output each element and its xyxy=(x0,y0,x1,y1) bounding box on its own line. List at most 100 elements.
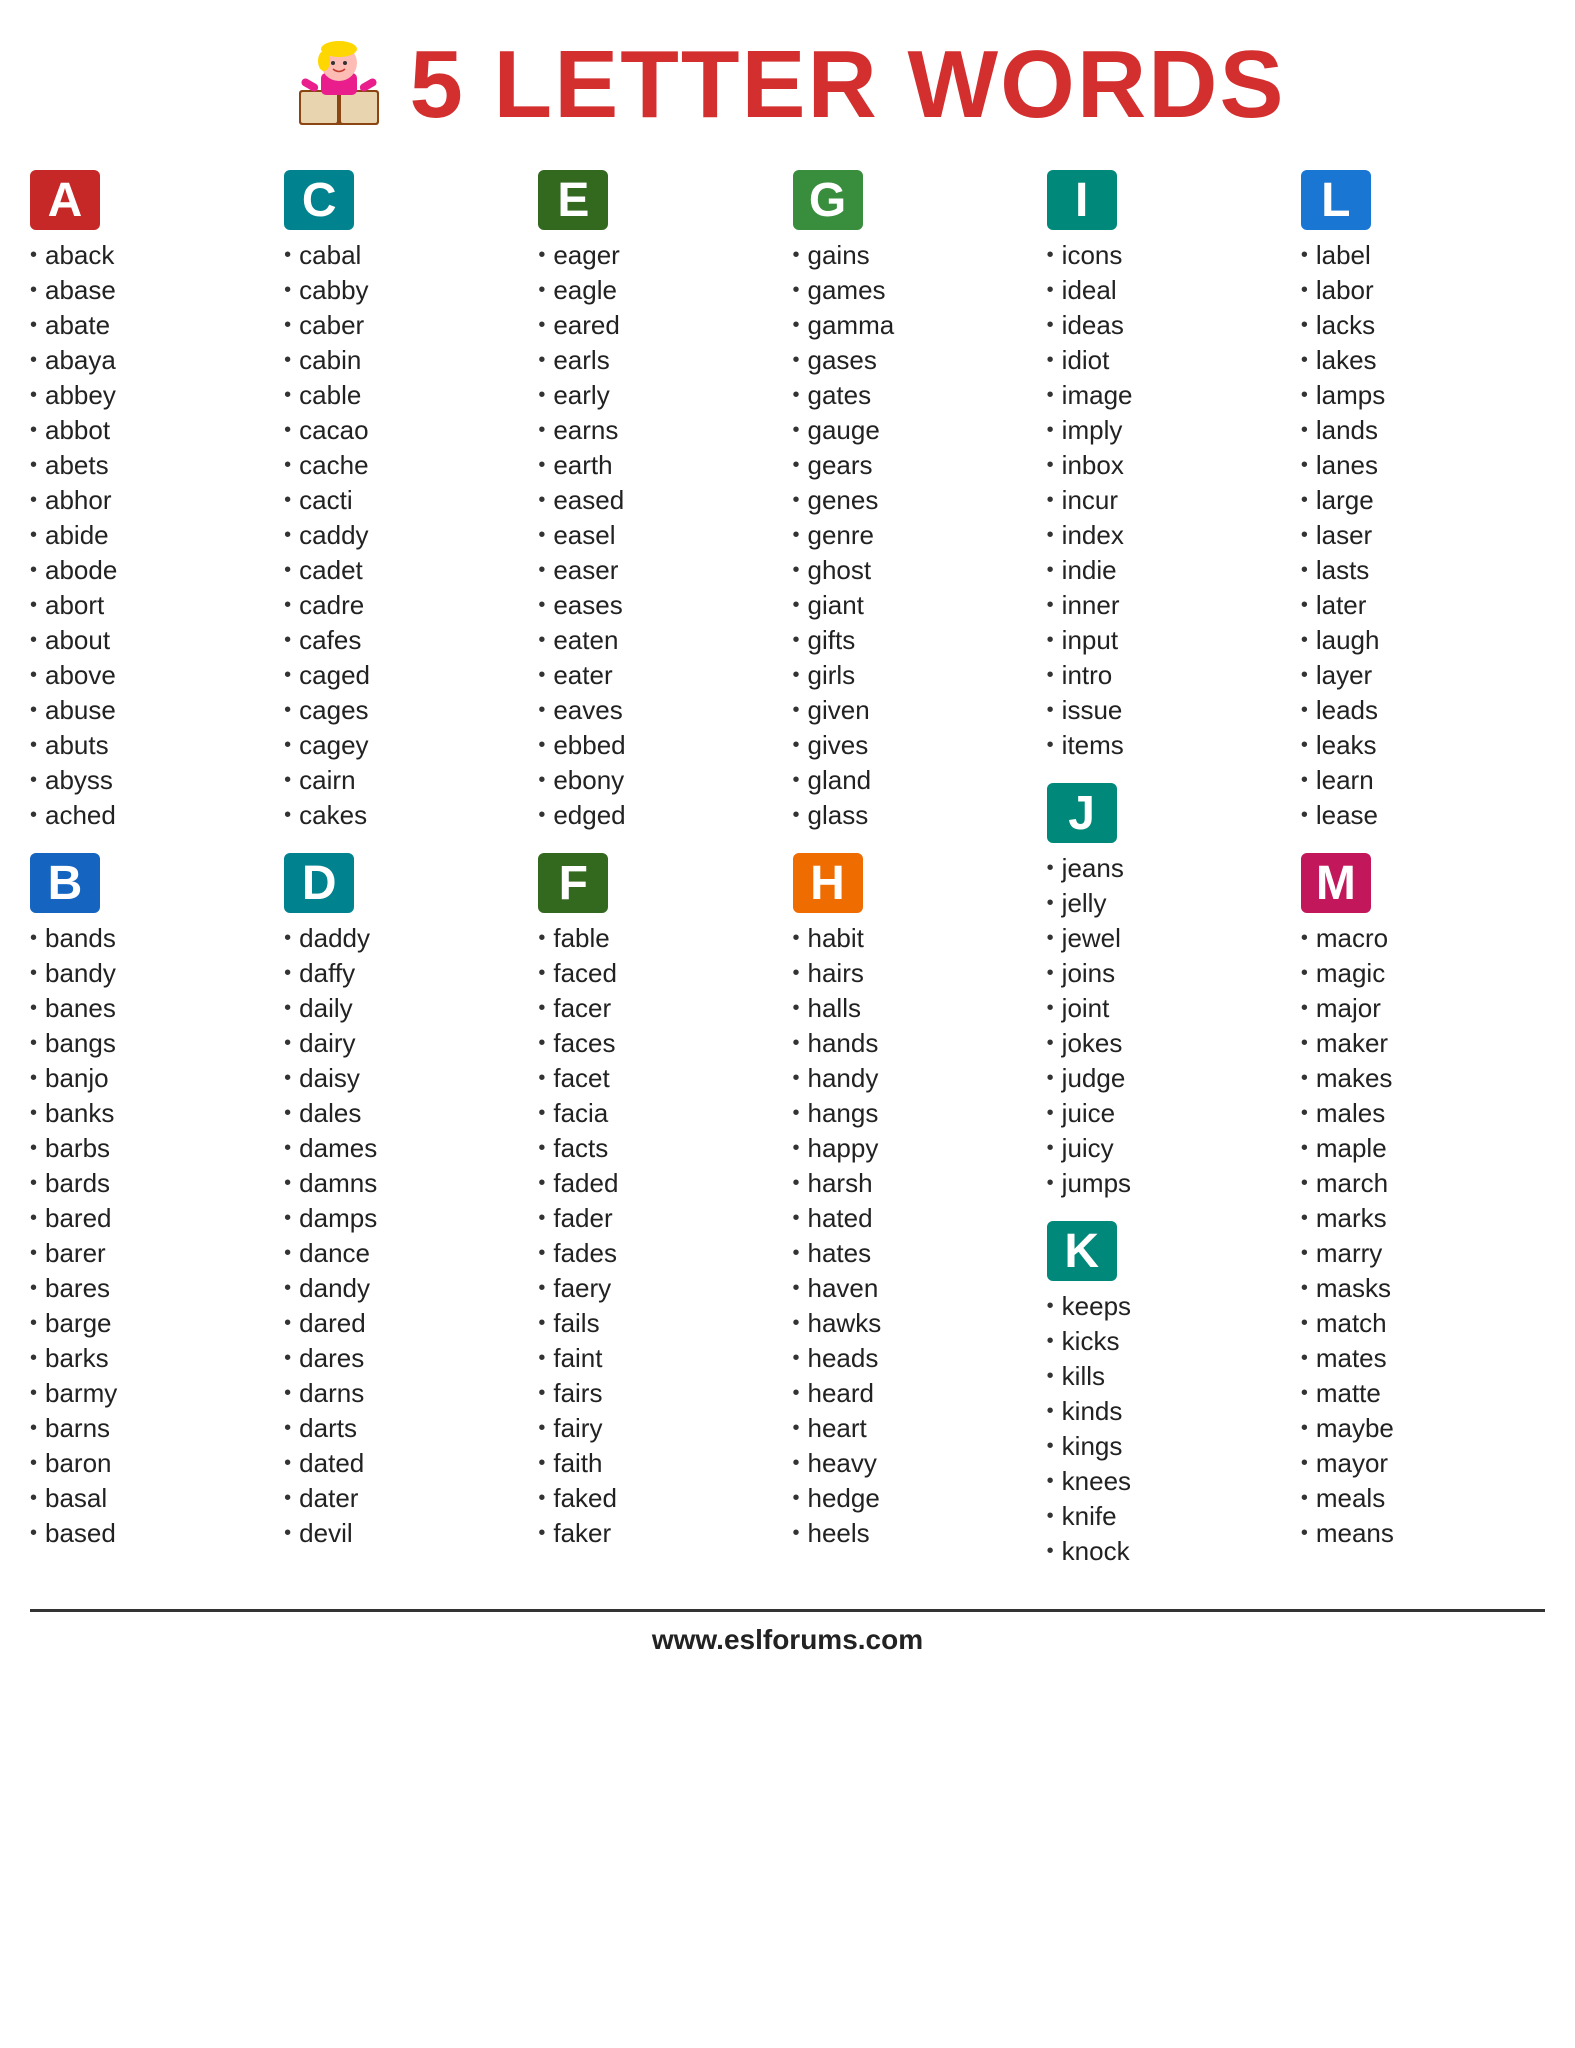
list-item: cadet xyxy=(284,553,528,588)
list-item: hairs xyxy=(793,956,1037,991)
list-item: earth xyxy=(538,448,782,483)
letter-badge-H: H xyxy=(793,853,863,913)
list-item: ebbed xyxy=(538,728,782,763)
letter-badge-E: E xyxy=(538,170,608,230)
list-item: lakes xyxy=(1301,343,1545,378)
list-item: labor xyxy=(1301,273,1545,308)
letter-badge-M: M xyxy=(1301,853,1371,913)
list-item: dares xyxy=(284,1341,528,1376)
list-item: knife xyxy=(1047,1499,1291,1534)
letter-badge-C: C xyxy=(284,170,354,230)
list-item: eager xyxy=(538,238,782,273)
list-item: fades xyxy=(538,1236,782,1271)
footer-website: www.eslforums.com xyxy=(652,1624,923,1655)
letter-badge-D: D xyxy=(284,853,354,913)
list-item: hawks xyxy=(793,1306,1037,1341)
list-item: cable xyxy=(284,378,528,413)
list-item: juicy xyxy=(1047,1131,1291,1166)
word-list-M: macromagicmajormakermakesmalesmaplemarch… xyxy=(1301,921,1545,1551)
list-item: makes xyxy=(1301,1061,1545,1096)
letter-L: L xyxy=(1321,173,1350,228)
list-item: earls xyxy=(538,343,782,378)
list-item: kinds xyxy=(1047,1394,1291,1429)
list-item: abort xyxy=(30,588,274,623)
list-item: banes xyxy=(30,991,274,1026)
letter-badge-G: G xyxy=(793,170,863,230)
section-L: Llabellaborlackslakeslampslandslaneslarg… xyxy=(1301,170,1545,833)
list-item: idiot xyxy=(1047,343,1291,378)
letter-F: F xyxy=(559,856,588,911)
list-item: handy xyxy=(793,1061,1037,1096)
list-item: items xyxy=(1047,728,1291,763)
list-item: genre xyxy=(793,518,1037,553)
column-4: Ggainsgamesgammagasesgatesgaugegearsgene… xyxy=(793,170,1037,1589)
column-6: Llabellaborlackslakeslampslandslaneslarg… xyxy=(1301,170,1545,1589)
list-item: marks xyxy=(1301,1201,1545,1236)
list-item: cafes xyxy=(284,623,528,658)
list-item: inner xyxy=(1047,588,1291,623)
list-item: joint xyxy=(1047,991,1291,1026)
list-item: abode xyxy=(30,553,274,588)
word-list-A: abackabaseabateabayaabbeyabbotabetsabhor… xyxy=(30,238,274,833)
list-item: faded xyxy=(538,1166,782,1201)
list-item: bared xyxy=(30,1201,274,1236)
word-list-I: iconsidealideasidiotimageimplyinboxincur… xyxy=(1047,238,1291,763)
letter-badge-J: J xyxy=(1047,783,1117,843)
list-item: ached xyxy=(30,798,274,833)
list-item: faith xyxy=(538,1446,782,1481)
list-item: abaya xyxy=(30,343,274,378)
list-item: hates xyxy=(793,1236,1037,1271)
word-list-D: daddydaffydailydairydaisydalesdamesdamns… xyxy=(284,921,528,1551)
list-item: label xyxy=(1301,238,1545,273)
list-item: later xyxy=(1301,588,1545,623)
list-item: maybe xyxy=(1301,1411,1545,1446)
list-item: faked xyxy=(538,1481,782,1516)
list-item: caddy xyxy=(284,518,528,553)
section-M: Mmacromagicmajormakermakesmalesmaplemarc… xyxy=(1301,853,1545,1551)
section-D: Ddaddydaffydailydairydaisydalesdamesdamn… xyxy=(284,853,528,1551)
list-item: banjo xyxy=(30,1061,274,1096)
list-item: faced xyxy=(538,956,782,991)
list-item: habit xyxy=(793,921,1037,956)
list-item: lacks xyxy=(1301,308,1545,343)
list-item: leaks xyxy=(1301,728,1545,763)
list-item: abbot xyxy=(30,413,274,448)
list-item: faces xyxy=(538,1026,782,1061)
list-item: knees xyxy=(1047,1464,1291,1499)
list-item: knock xyxy=(1047,1534,1291,1569)
list-item: lands xyxy=(1301,413,1545,448)
list-item: intro xyxy=(1047,658,1291,693)
word-list-F: fablefacedfacerfacesfacetfaciafactsfaded… xyxy=(538,921,782,1551)
header-illustration xyxy=(289,35,389,135)
list-item: edged xyxy=(538,798,782,833)
list-item: gifts xyxy=(793,623,1037,658)
letter-badge-B: B xyxy=(30,853,100,913)
list-item: fable xyxy=(538,921,782,956)
list-item: devil xyxy=(284,1516,528,1551)
list-item: masks xyxy=(1301,1271,1545,1306)
list-item: dater xyxy=(284,1481,528,1516)
list-item: cabby xyxy=(284,273,528,308)
list-item: juice xyxy=(1047,1096,1291,1131)
list-item: gases xyxy=(793,343,1037,378)
list-item: large xyxy=(1301,483,1545,518)
list-item: caged xyxy=(284,658,528,693)
list-item: eaves xyxy=(538,693,782,728)
section-B: Bbandsbandybanesbangsbanjobanksbarbsbard… xyxy=(30,853,274,1551)
list-item: barge xyxy=(30,1306,274,1341)
list-item: laugh xyxy=(1301,623,1545,658)
list-item: facia xyxy=(538,1096,782,1131)
list-item: jewel xyxy=(1047,921,1291,956)
list-item: abate xyxy=(30,308,274,343)
letter-H: H xyxy=(810,856,845,911)
list-item: darts xyxy=(284,1411,528,1446)
list-item: march xyxy=(1301,1166,1545,1201)
list-item: faery xyxy=(538,1271,782,1306)
list-item: incur xyxy=(1047,483,1291,518)
list-item: haven xyxy=(793,1271,1037,1306)
list-item: meals xyxy=(1301,1481,1545,1516)
list-item: early xyxy=(538,378,782,413)
list-item: cacti xyxy=(284,483,528,518)
list-item: dairy xyxy=(284,1026,528,1061)
list-item: banks xyxy=(30,1096,274,1131)
